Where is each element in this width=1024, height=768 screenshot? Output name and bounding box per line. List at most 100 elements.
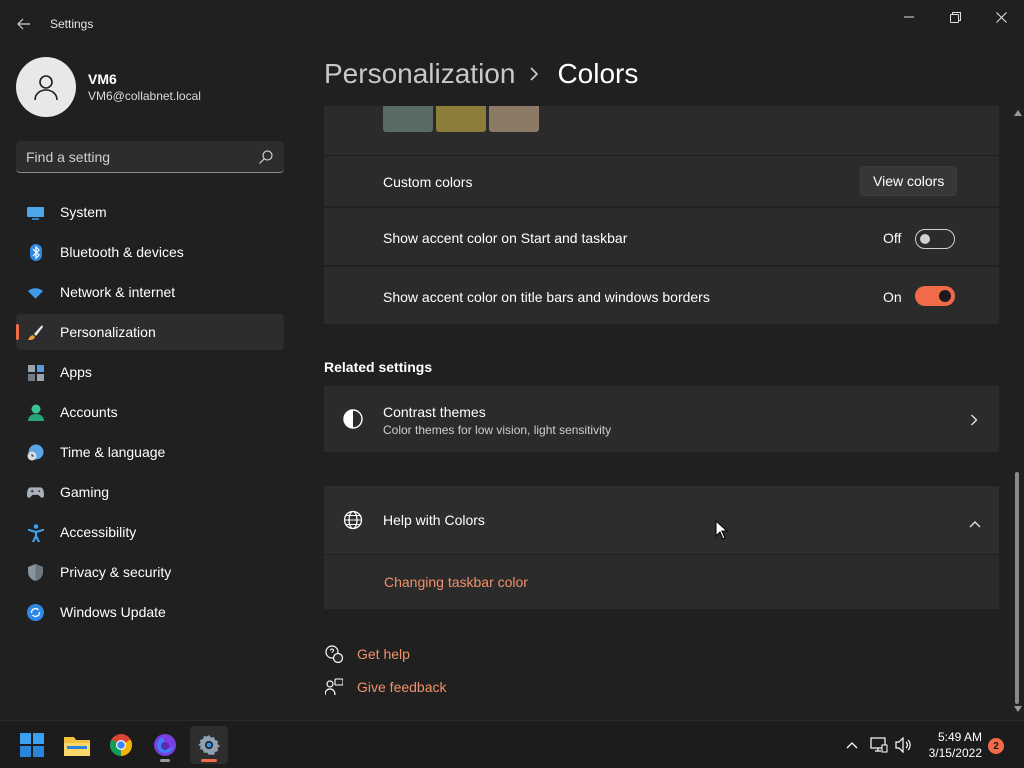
sidebar-item-label: Bluetooth & devices xyxy=(60,244,184,260)
color-swatch[interactable] xyxy=(436,106,486,132)
network-icon xyxy=(870,737,888,753)
file-explorer-icon xyxy=(64,737,90,756)
chevron-up-icon[interactable] xyxy=(969,515,981,533)
apps-icon xyxy=(27,364,44,381)
view-colors-button[interactable]: View colors xyxy=(860,166,958,196)
network-tray-button[interactable] xyxy=(869,733,889,757)
start-icon xyxy=(20,733,44,757)
settings-button[interactable] xyxy=(190,726,228,764)
person-icon xyxy=(27,404,44,421)
file-explorer-button[interactable] xyxy=(58,726,96,764)
feedback-icon xyxy=(324,677,344,697)
help-colors-header[interactable]: Help with Colors xyxy=(324,486,999,554)
sidebar-item-privacy[interactable]: Privacy & security xyxy=(16,554,284,590)
show-hidden-icons-button[interactable] xyxy=(842,733,862,757)
volume-icon xyxy=(895,737,911,753)
accent-title-bars-label: Show accent color on title bars and wind… xyxy=(383,289,710,305)
chevron-right-icon xyxy=(970,413,978,431)
minimize-icon xyxy=(904,16,914,18)
give-feedback-link[interactable]: Give feedback xyxy=(324,677,447,697)
sidebar-item-label: Accessibility xyxy=(60,524,137,540)
help-colors-body: Changing taskbar color xyxy=(324,555,999,609)
sidebar-item-accessibility[interactable]: Accessibility xyxy=(16,514,284,550)
notification-badge[interactable]: 2 xyxy=(988,738,1004,754)
contrast-icon xyxy=(343,409,363,434)
breadcrumb: Personalization Colors xyxy=(324,58,638,90)
sidebar-nav: System Bluetooth & devices Network & int… xyxy=(16,194,284,634)
toggle-state-text: Off xyxy=(883,230,902,246)
minimize-button[interactable] xyxy=(886,6,932,28)
sidebar-item-time-language[interactable]: Time & language xyxy=(16,434,284,470)
search-icon[interactable] xyxy=(258,149,274,165)
scroll-thumb[interactable] xyxy=(1015,472,1019,704)
search-input[interactable] xyxy=(26,141,256,172)
sidebar-item-label: Time & language xyxy=(60,444,166,460)
avatar xyxy=(16,57,76,117)
start-button[interactable] xyxy=(13,726,51,764)
update-icon xyxy=(27,604,44,621)
breadcrumb-parent[interactable]: Personalization xyxy=(324,58,515,90)
clock-globe-icon xyxy=(27,444,44,461)
chrome-icon xyxy=(110,734,132,756)
firefox-button[interactable] xyxy=(146,726,184,764)
sidebar-item-bluetooth[interactable]: Bluetooth & devices xyxy=(16,234,284,270)
custom-colors-label: Custom colors xyxy=(383,174,473,190)
toggle-knob xyxy=(920,234,930,244)
custom-colors-row: Custom colors View colors xyxy=(324,156,999,206)
clock-date: 3/15/2022 xyxy=(928,746,982,760)
close-button[interactable] xyxy=(978,6,1024,28)
sidebar-item-label: Accounts xyxy=(60,404,118,420)
search-box[interactable] xyxy=(16,141,284,173)
get-help-link[interactable]: Get help xyxy=(324,644,410,664)
running-indicator xyxy=(160,759,170,762)
scroll-up-icon[interactable] xyxy=(1014,110,1022,116)
sidebar-item-gaming[interactable]: Gaming xyxy=(16,474,284,510)
sidebar-item-label: Personalization xyxy=(60,324,156,340)
mouse-cursor-icon xyxy=(715,520,729,540)
scroll-down-icon[interactable] xyxy=(1014,706,1022,712)
sidebar-item-accounts[interactable]: Accounts xyxy=(16,394,284,430)
sidebar-item-apps[interactable]: Apps xyxy=(16,354,284,390)
page-title: Colors xyxy=(557,58,639,89)
taskbar-clock[interactable]: 5:49 AM 3/15/2022 xyxy=(920,729,982,761)
sidebar-item-label: System xyxy=(60,204,107,220)
accent-title-bars-toggle[interactable] xyxy=(915,286,955,306)
user-profile[interactable]: VM6 VM6@collabnet.local xyxy=(16,56,201,118)
firefox-icon xyxy=(154,734,176,756)
chevron-right-icon xyxy=(529,67,543,81)
volume-tray-button[interactable] xyxy=(894,733,914,757)
globe-icon xyxy=(343,510,363,535)
user-icon xyxy=(34,75,58,101)
taskbar: 5:49 AM 3/15/2022 2 xyxy=(0,720,1024,768)
chrome-button[interactable] xyxy=(102,726,140,764)
sidebar-item-personalization[interactable]: Personalization xyxy=(16,314,284,350)
changing-taskbar-color-link[interactable]: Changing taskbar color xyxy=(384,574,528,590)
profile-name: VM6 xyxy=(88,71,117,87)
toggle-state-text: On xyxy=(883,289,902,305)
color-swatch[interactable] xyxy=(489,106,539,132)
help-colors-title: Help with Colors xyxy=(383,512,485,528)
sidebar-item-system[interactable]: System xyxy=(16,194,284,230)
bluetooth-icon xyxy=(27,244,44,261)
color-swatch[interactable] xyxy=(383,106,433,132)
sidebar-item-windows-update[interactable]: Windows Update xyxy=(16,594,284,630)
accent-title-bars-row: Show accent color on title bars and wind… xyxy=(324,267,999,324)
sidebar-item-label: Apps xyxy=(60,364,92,380)
restore-button[interactable] xyxy=(932,6,978,28)
restore-icon xyxy=(949,11,961,23)
contrast-themes-title: Contrast themes xyxy=(383,404,486,420)
wifi-icon xyxy=(27,284,44,301)
clock-time: 5:49 AM xyxy=(937,730,982,744)
settings-icon xyxy=(198,735,220,755)
contrast-themes-subtitle: Color themes for low vision, light sensi… xyxy=(383,423,612,437)
profile-text: VM6 VM6@collabnet.local xyxy=(88,70,201,104)
profile-email: VM6@collabnet.local xyxy=(88,89,201,103)
back-arrow-icon xyxy=(17,18,30,30)
give-feedback-label: Give feedback xyxy=(357,679,447,695)
contrast-themes-row[interactable]: Contrast themes Color themes for low vis… xyxy=(324,386,999,452)
back-button[interactable] xyxy=(10,10,38,38)
sidebar-item-network[interactable]: Network & internet xyxy=(16,274,284,310)
scrollbar[interactable] xyxy=(1012,106,1024,716)
accent-start-taskbar-toggle[interactable] xyxy=(915,229,955,249)
active-indicator xyxy=(201,759,217,762)
